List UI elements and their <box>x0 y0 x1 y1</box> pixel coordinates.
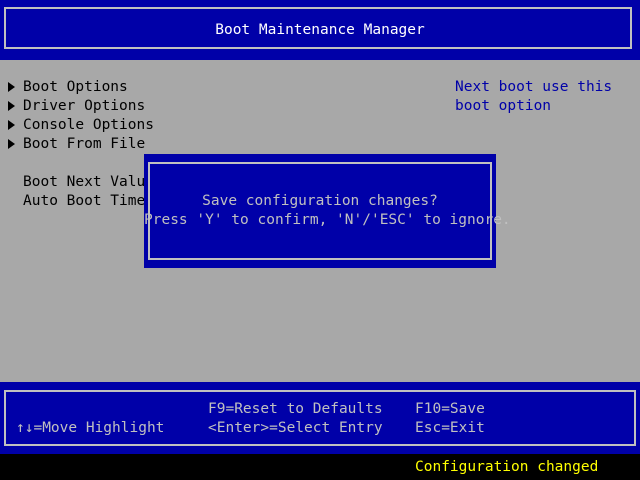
header-bar: Boot Maintenance Manager <box>0 0 640 60</box>
field-boot-next-value[interactable]: Boot Next Value <box>23 173 154 192</box>
footer-bar: F9=Reset to Defaults F10=Save ↑↓=Move Hi… <box>0 382 640 454</box>
menu-item-label: Console Options <box>23 117 154 133</box>
key-hint-exit: Esc=Exit <box>415 420 485 436</box>
submenu-arrow-icon <box>8 101 15 111</box>
help-text-line: boot option <box>455 98 552 114</box>
key-hint-move-highlight: ↑↓=Move Highlight <box>16 420 165 436</box>
dialog-instructions: Press 'Y' to confirm, 'N'/'ESC' to ignor… <box>144 212 511 228</box>
key-hint-select-entry: <Enter>=Select Entry <box>208 420 383 436</box>
help-text-line: Next boot use this <box>455 79 613 95</box>
menu-item-label: Boot Options <box>23 79 128 95</box>
submenu-arrow-icon <box>8 139 15 149</box>
submenu-arrow-icon <box>8 120 15 130</box>
confirm-dialog[interactable]: Save configuration changes? Press 'Y' to… <box>144 154 511 268</box>
field-auto-boot-time[interactable]: Auto Boot Time- <box>23 192 154 211</box>
status-message: Configuration changed <box>415 459 599 475</box>
key-hint-save: F10=Save <box>415 401 485 417</box>
dialog-message: Save configuration changes? <box>202 193 438 209</box>
menu-item-label: Boot From File <box>23 136 146 152</box>
key-hint-reset-defaults: F9=Reset to Defaults <box>208 401 383 417</box>
submenu-arrow-icon <box>8 82 15 92</box>
menu-item-label: Driver Options <box>23 98 146 114</box>
page-title: Boot Maintenance Manager <box>215 22 425 38</box>
